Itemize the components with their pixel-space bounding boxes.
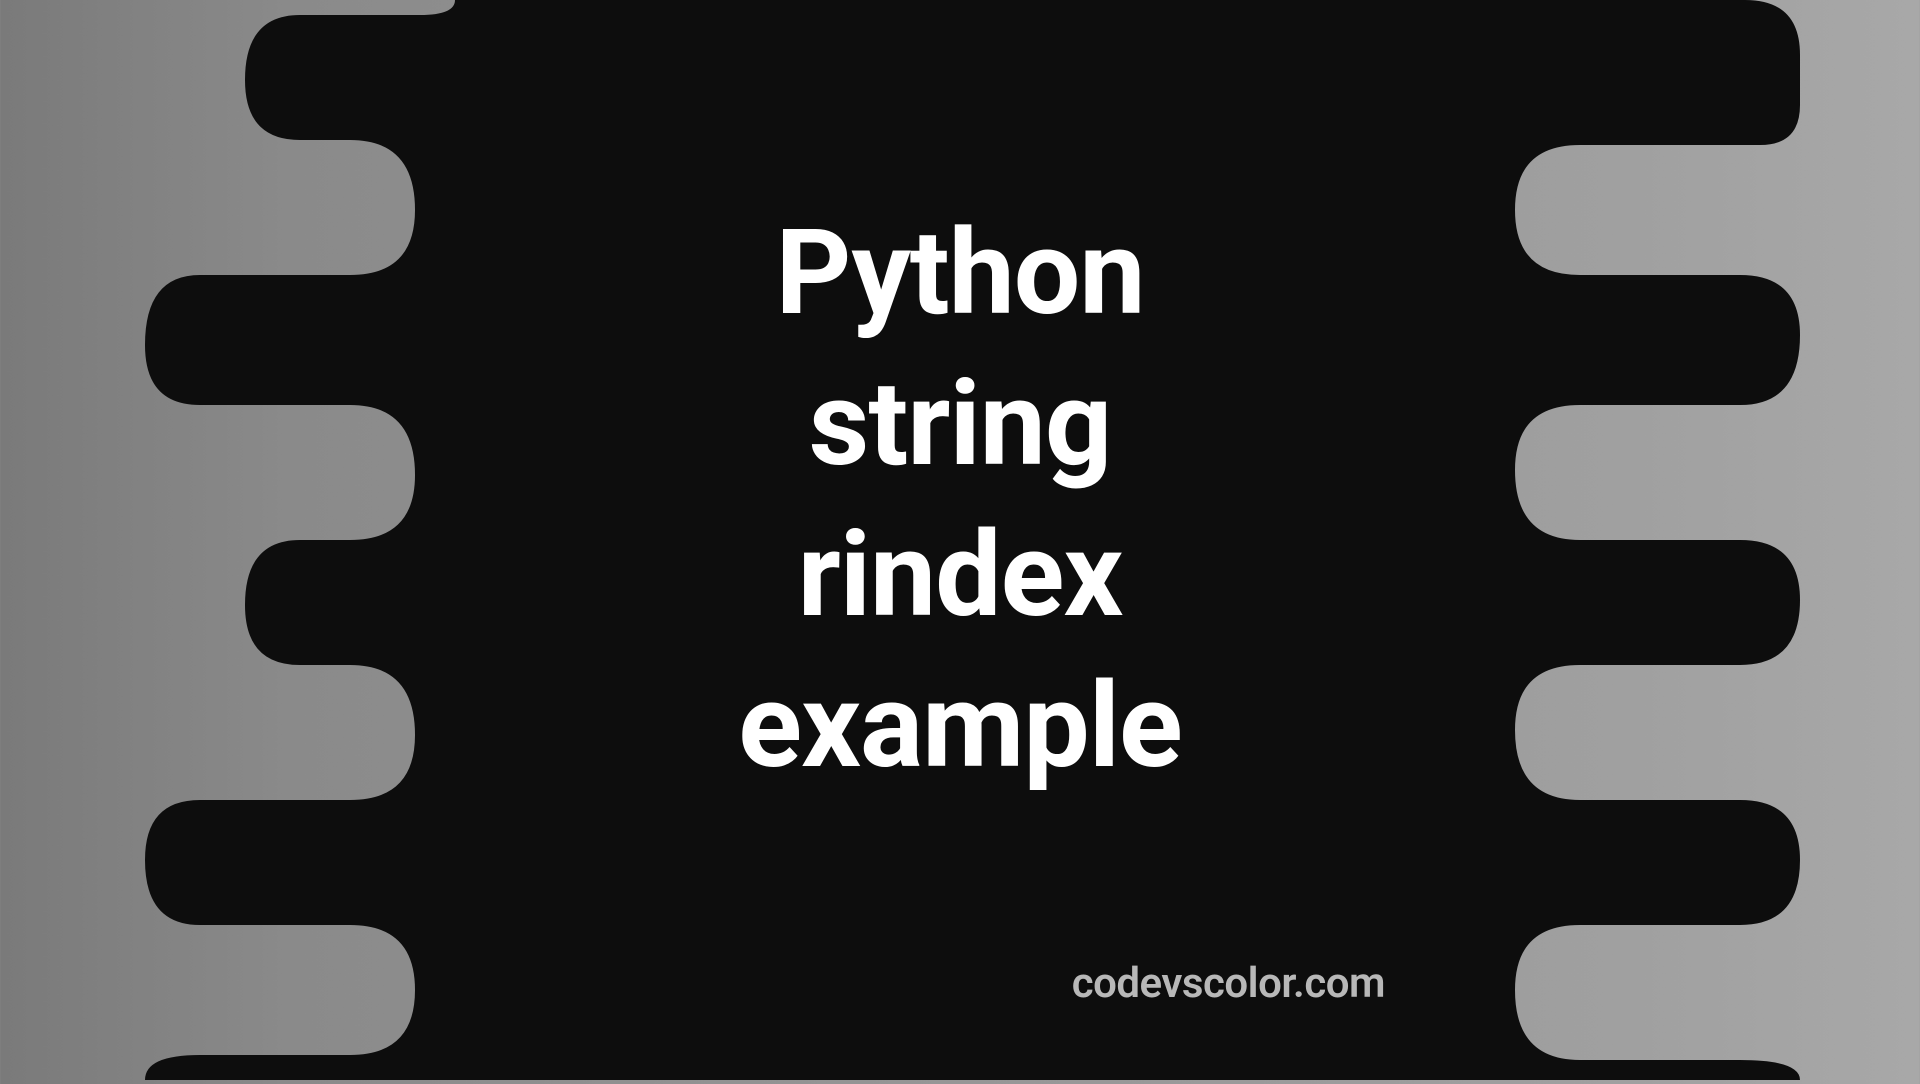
title-line-2: string xyxy=(738,349,1181,500)
title-line-1: Python xyxy=(738,198,1181,349)
title-text: Python string rindex example xyxy=(738,198,1181,802)
title-line-3: rindex xyxy=(738,500,1181,651)
title-line-4: example xyxy=(738,651,1181,802)
watermark: codevscolor.com xyxy=(1072,959,1385,1008)
content-overlay: Python string rindex example xyxy=(0,0,1920,1080)
